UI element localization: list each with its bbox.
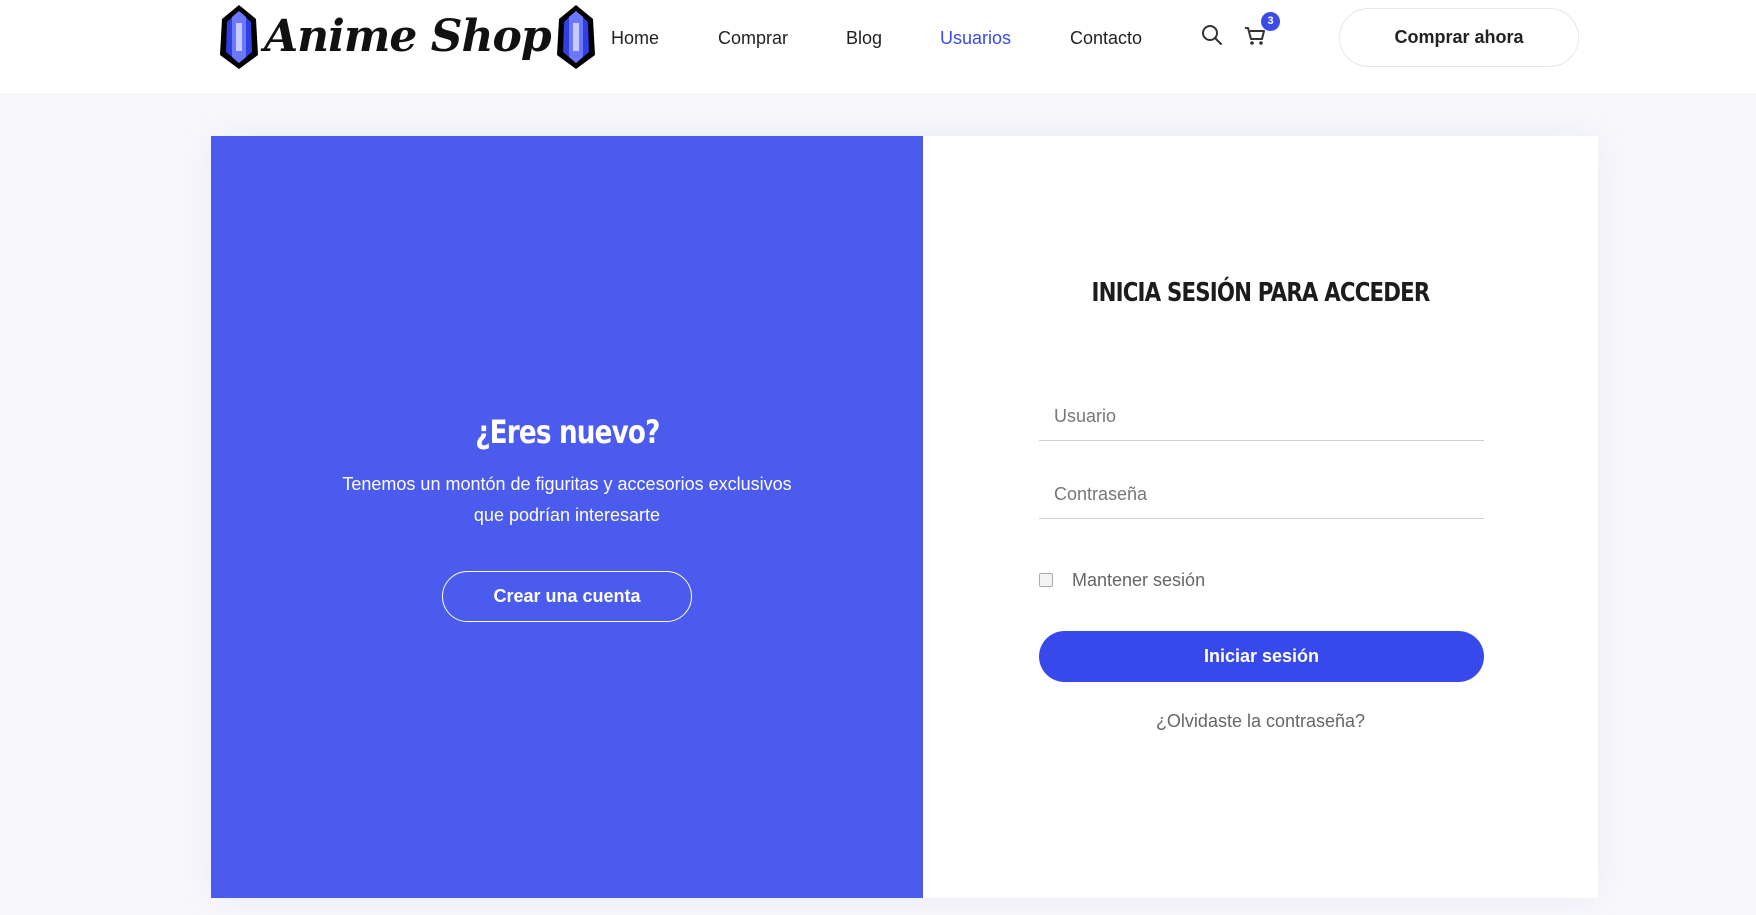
signup-text-line: Tenemos un montón de figuritas y accesor… <box>342 473 792 494</box>
remember-me[interactable]: Mantener sesión <box>1039 568 1205 592</box>
create-account-button[interactable]: Crear una cuenta <box>442 570 692 622</box>
username-input[interactable] <box>1039 393 1484 441</box>
remember-label: Mantener sesión <box>1072 569 1206 590</box>
logo-text: Anime Shop <box>264 11 552 62</box>
signup-title: ¿Eres nuevo? <box>474 412 660 451</box>
gem-icon <box>220 5 258 69</box>
nav-usuarios[interactable]: Usuarios <box>940 26 1011 50</box>
signup-description: Tenemos un montón de figuritas y accesor… <box>307 469 827 531</box>
remember-checkbox[interactable] <box>1039 573 1053 587</box>
forgot-password-link[interactable]: ¿Olvidaste la contraseña? <box>923 711 1598 732</box>
signup-text-line: que podrían interesarte <box>473 504 661 525</box>
password-input[interactable] <box>1039 471 1484 519</box>
search-icon[interactable] <box>1200 23 1226 49</box>
nav-comprar[interactable]: Comprar <box>718 26 788 50</box>
site-logo[interactable]: Anime Shop <box>216 2 595 72</box>
nav-contacto[interactable]: Contacto <box>1070 26 1142 50</box>
signup-panel: ¿Eres nuevo? Tenemos un montón de figuri… <box>211 136 923 898</box>
auth-card: ¿Eres nuevo? Tenemos un montón de figuri… <box>211 136 1598 898</box>
gem-icon <box>556 5 595 69</box>
nav-home[interactable]: Home <box>611 26 659 50</box>
login-title: INICIA SESIÓN PARA ACCEDER <box>1091 278 1430 308</box>
buy-now-button[interactable]: Comprar ahora <box>1339 8 1579 67</box>
nav-blog[interactable]: Blog <box>846 26 882 50</box>
site-header: Anime Shop Home Comprar Blog Usuarios Co… <box>0 0 1756 93</box>
login-button[interactable]: Iniciar sesión <box>1039 631 1484 682</box>
cart-count-badge: 3 <box>1261 12 1280 31</box>
